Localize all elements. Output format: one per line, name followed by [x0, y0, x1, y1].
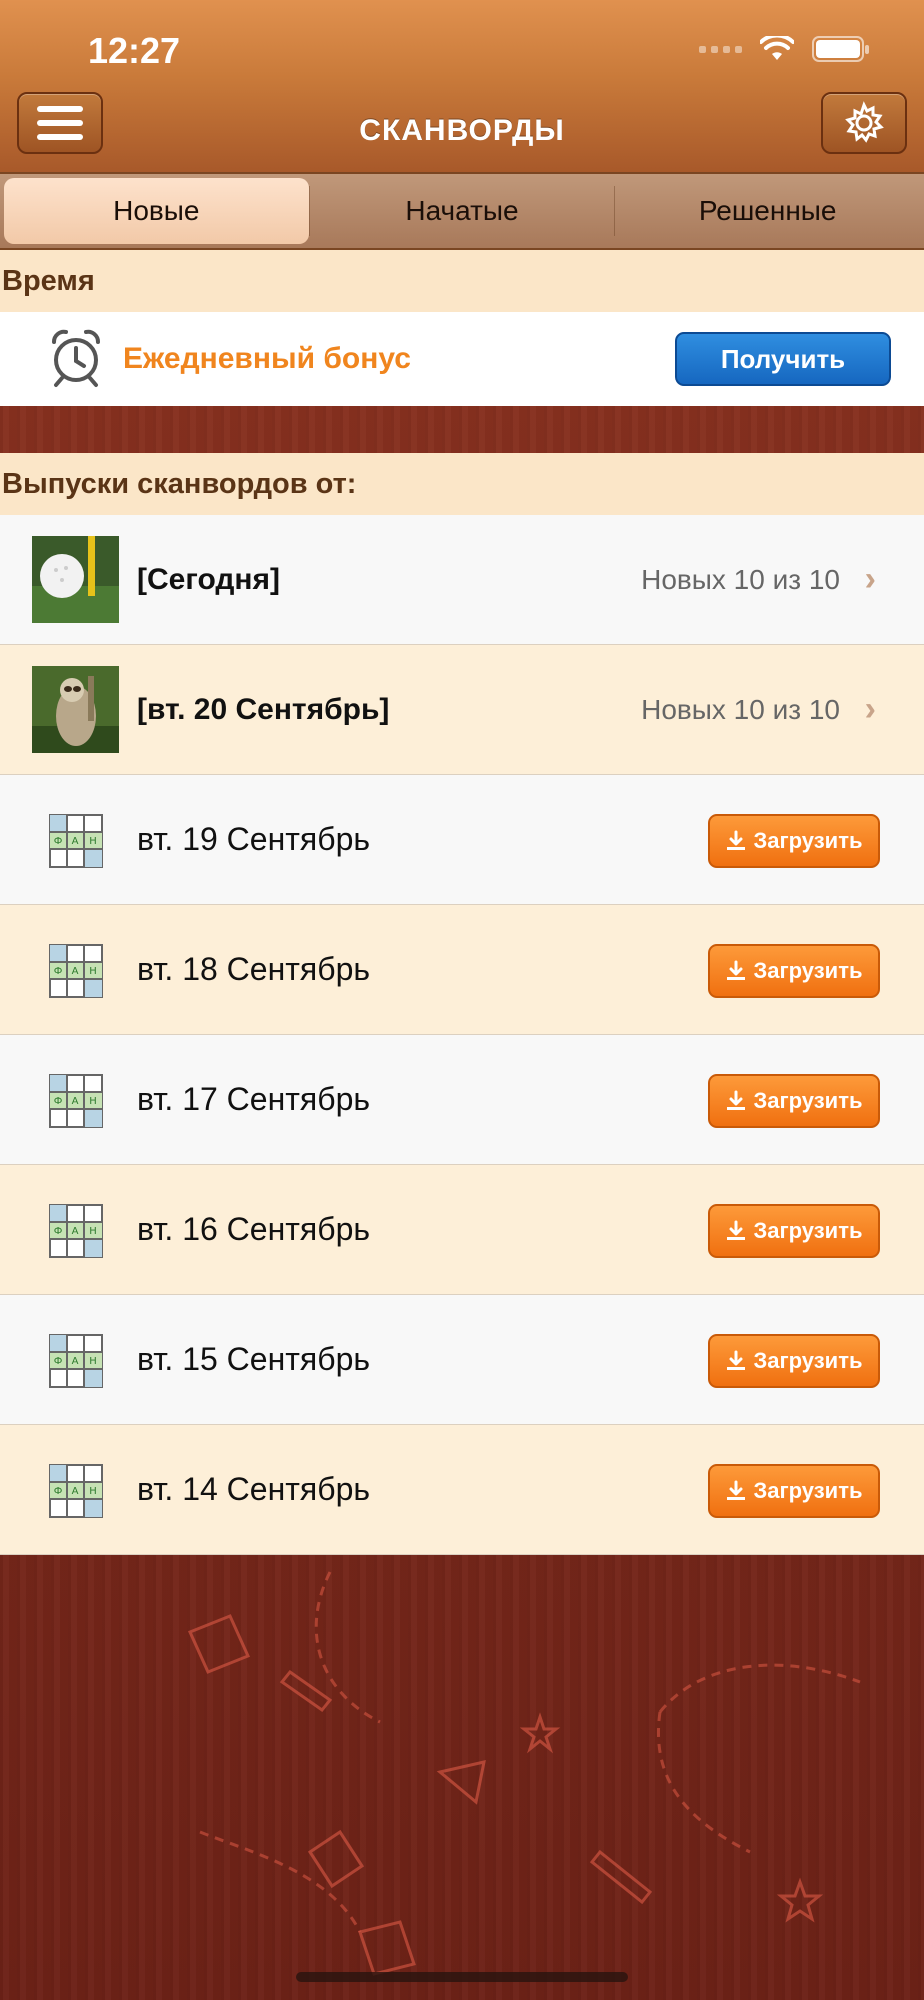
settings-button[interactable] [821, 92, 907, 154]
issue-label: вт. 16 Сентябрь [137, 1211, 371, 1247]
sloth-thumbnail [32, 666, 119, 753]
svg-text:Ф: Ф [54, 1226, 63, 1237]
svg-text:А: А [72, 1356, 79, 1367]
svg-text:А: А [72, 836, 79, 847]
tab-started[interactable]: Начатые [310, 178, 615, 244]
app-header: 12:27 СКАНВОРДЫ [0, 0, 924, 172]
download-icon [727, 1350, 746, 1370]
download-icon [727, 1480, 746, 1500]
download-icon [727, 1220, 746, 1240]
svg-text:Ф: Ф [54, 836, 63, 847]
download-icon [727, 830, 746, 850]
issue-label: вт. 19 Сентябрь [137, 821, 371, 857]
status-time: 12:27 [88, 30, 181, 71]
download-button-label: Загрузить [753, 1218, 863, 1243]
section-heading-time: Время [0, 250, 924, 312]
download-button[interactable]: Загрузить [708, 1464, 880, 1518]
download-button-label: Загрузить [753, 828, 863, 853]
svg-text:Ф: Ф [54, 1356, 63, 1367]
tab-bar: Новые Начатые Решенные [0, 172, 924, 250]
download-button[interactable]: Загрузить [708, 814, 880, 868]
alarm-clock-icon [52, 329, 100, 387]
svg-text:Ф: Ф [54, 1486, 63, 1497]
crossword-grid-icon: Ф А Н [49, 814, 103, 868]
section-heading-issues: Выпуски сканвордов от: [0, 453, 924, 515]
list-item[interactable]: Ф А Н вт. 16 Сентябрь Загрузить [0, 1165, 924, 1295]
page-title: СКАНВОРДЫ [359, 114, 565, 147]
issue-label: вт. 17 Сентябрь [137, 1081, 371, 1117]
signal-icon [699, 45, 742, 53]
list-item[interactable]: Ф А Н вт. 17 Сентябрь Загрузить [0, 1035, 924, 1165]
download-icon [727, 1090, 746, 1110]
tab-solved[interactable]: Решенные [615, 178, 920, 244]
get-bonus-button[interactable]: Получить [675, 332, 891, 386]
issue-label: вт. 18 Сентябрь [137, 951, 371, 987]
svg-text:А: А [72, 966, 79, 977]
download-button-label: Загрузить [753, 958, 863, 983]
daily-bonus-label: Ежедневный бонус [123, 342, 411, 375]
list-item[interactable]: Ф А Н вт. 14 Сентябрь Загрузить [0, 1425, 924, 1555]
chevron-right-icon: › [864, 690, 876, 728]
chevron-right-icon: › [864, 560, 876, 598]
battery-icon [812, 36, 869, 62]
download-button-label: Загрузить [753, 1088, 863, 1113]
list-item[interactable]: Ф А Н вт. 15 Сентябрь Загрузить [0, 1295, 924, 1425]
svg-text:Н: Н [89, 1096, 97, 1107]
issues-list: [Сегодня] Новых 10 из 10 › [вт. 20 Сентя… [0, 515, 924, 1555]
download-button[interactable]: Загрузить [708, 1204, 880, 1258]
svg-text:А: А [72, 1226, 79, 1237]
svg-text:Ф: Ф [54, 1096, 63, 1107]
download-icon [727, 960, 746, 980]
gear-icon [845, 101, 884, 143]
crossword-grid-icon: Ф А Н [49, 1074, 103, 1128]
download-button-label: Загрузить [753, 1348, 863, 1373]
daily-bonus-row: Ежедневный бонус Получить [0, 312, 924, 406]
download-button[interactable]: Загрузить [708, 1334, 880, 1388]
list-item[interactable]: Ф А Н вт. 19 Сентябрь Загрузить [0, 775, 924, 905]
status-icons [699, 36, 869, 62]
svg-text:Н: Н [89, 1486, 97, 1497]
issue-label: вт. 14 Сентябрь [137, 1471, 371, 1507]
issue-label: [вт. 20 Сентябрь] [137, 692, 390, 726]
issue-status: Новых 10 из 10 [641, 563, 840, 595]
issue-status: Новых 10 из 10 [641, 693, 840, 725]
svg-text:Ф: Ф [54, 966, 63, 977]
golf-thumbnail [32, 536, 119, 623]
svg-text:Н: Н [89, 836, 97, 847]
crossword-grid-icon: Ф А Н [49, 1334, 103, 1388]
svg-text:Н: Н [89, 966, 97, 977]
svg-text:А: А [72, 1096, 79, 1107]
home-indicator[interactable] [296, 1972, 628, 1982]
wifi-icon [760, 36, 794, 60]
tab-new[interactable]: Новые [4, 178, 309, 244]
download-button[interactable]: Загрузить [708, 944, 880, 998]
list-item[interactable]: Ф А Н вт. 18 Сентябрь Загрузить [0, 905, 924, 1035]
svg-text:Н: Н [89, 1226, 97, 1237]
list-item[interactable]: [Сегодня] Новых 10 из 10 › [0, 515, 924, 645]
crossword-grid-icon: Ф А Н [49, 1464, 103, 1518]
svg-text:А: А [72, 1486, 79, 1497]
download-button-label: Загрузить [753, 1478, 863, 1503]
status-bar: 12:27 [0, 0, 924, 90]
doodle-decoration [187, 1571, 861, 1976]
svg-text:Н: Н [89, 1356, 97, 1367]
issue-label: вт. 15 Сентябрь [137, 1341, 371, 1377]
download-button[interactable]: Загрузить [708, 1074, 880, 1128]
issue-label: [Сегодня] [137, 562, 281, 596]
crossword-grid-icon: Ф А Н [49, 1204, 103, 1258]
crossword-grid-icon: Ф А Н [49, 944, 103, 998]
list-item[interactable]: [вт. 20 Сентябрь] Новых 10 из 10 › [0, 645, 924, 775]
